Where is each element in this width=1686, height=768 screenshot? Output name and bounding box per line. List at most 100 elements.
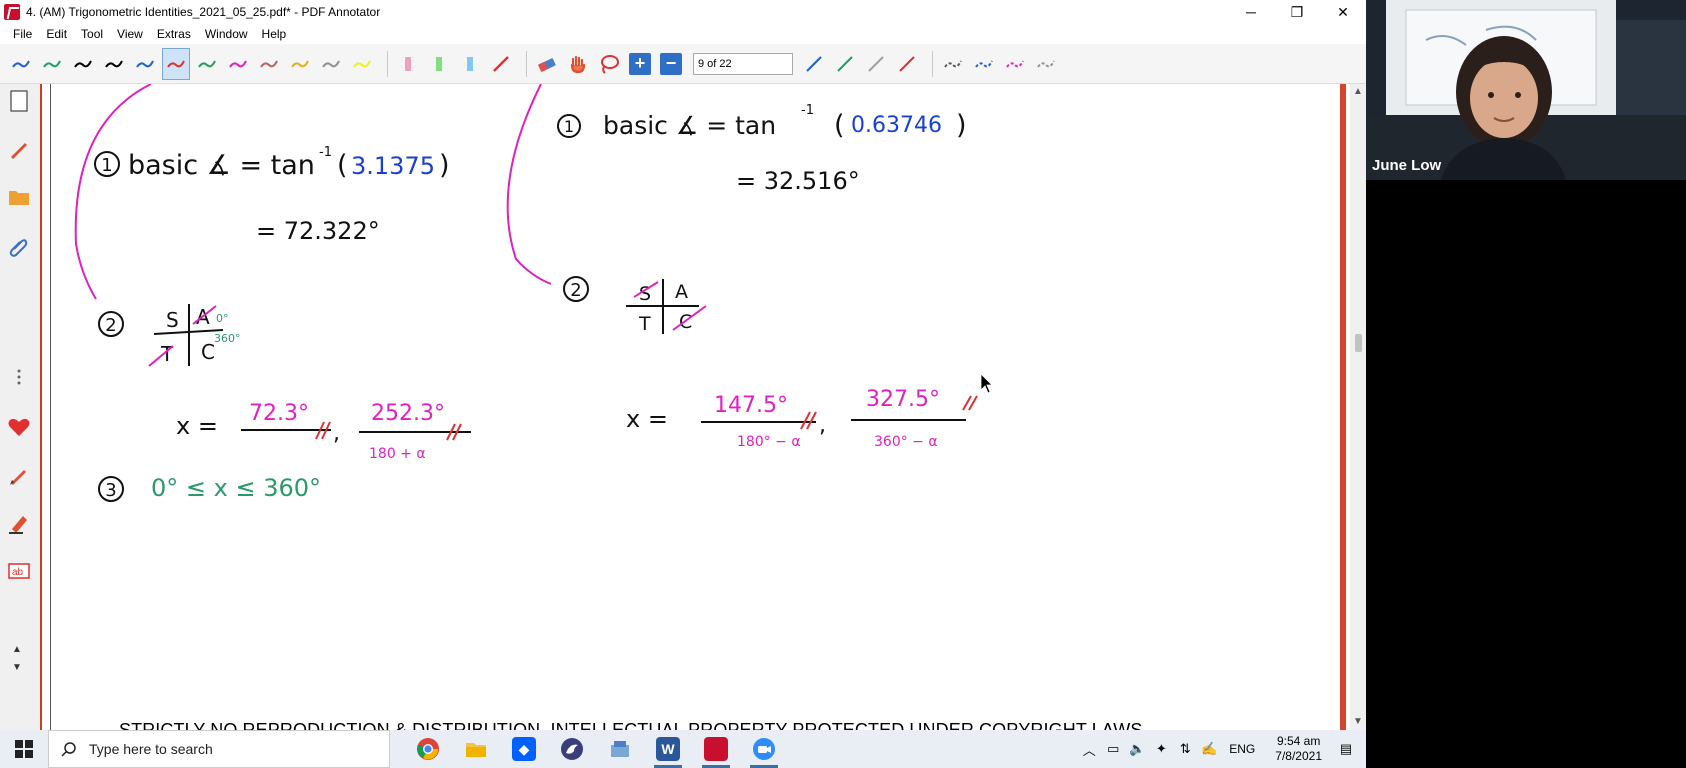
input-language[interactable]: ENG [1229,742,1255,756]
paperclip-icon[interactable] [6,234,32,260]
highlighter-tool-1[interactable] [395,49,421,79]
scroll-up-icon[interactable]: ▲ [1353,86,1363,97]
dashed-pen-tool-2[interactable] [971,49,997,79]
line-tool-3[interactable] [863,49,889,79]
left-quadrant-360: 360° [214,332,241,345]
menu-edit[interactable]: Edit [39,27,74,41]
right-quadrant-a: A [675,281,688,303]
right-solution-2-note: 360° − α [874,434,938,450]
connector-curve [74,84,152,300]
maximize-button[interactable]: ❐ [1274,0,1320,24]
pen-tool-4[interactable] [101,49,127,79]
volume-icon[interactable]: 🔈 [1127,741,1147,757]
dashed-pen-tool-1[interactable] [940,49,966,79]
highlighter-sidebar-icon[interactable] [6,510,32,536]
line-tool-4[interactable] [894,49,920,79]
zoom-in-button[interactable]: + [627,49,653,79]
red-line-tool[interactable] [488,49,514,79]
notifications-icon[interactable]: ▤ [1336,741,1356,757]
pen-sidebar-icon[interactable] [6,136,32,162]
webcam-video-panel [1366,0,1686,180]
lasso-select-icon[interactable] [596,49,622,79]
line-tool-1[interactable] [801,49,827,79]
chrome-taskbar-icon[interactable] [404,730,452,768]
clock[interactable]: 9:54 am 7/8/2021 [1275,734,1322,764]
screen: 4. (AM) Trigonometric Identities_2021_05… [0,0,1686,768]
line-tool-group [801,49,925,79]
menu-tool[interactable]: Tool [74,27,110,41]
onedrive-folder-taskbar-icon[interactable] [596,730,644,768]
text-box-icon[interactable]: ab [6,558,32,584]
file-explorer-taskbar-icon[interactable] [452,730,500,768]
menu-file[interactable]: File [6,27,39,41]
pdf-annotator-icon [4,4,20,20]
pen-tool-3[interactable] [70,49,96,79]
right-solution-1-note: 180° − α [737,434,801,450]
dashed-pen-tool-4[interactable] [1033,49,1059,79]
pen-tool-1[interactable] [8,49,34,79]
scroll-down-icon[interactable]: ▼ [1353,716,1363,727]
pen-tool-5[interactable] [132,49,158,79]
zoom-out-button[interactable]: − [658,49,684,79]
right-step1-text: basic ∡ = tan [603,111,776,140]
left-solution-1: 72.3° [249,401,309,426]
pen-tool-7[interactable] [194,49,220,79]
page-thumbnail-icon[interactable] [6,88,32,114]
favorites-heart-icon[interactable] [6,414,32,440]
pen-tool-12[interactable] [349,49,375,79]
mouse-cursor-icon [980,373,993,394]
document-viewport[interactable]: 1 basic ∡ = tan -1 ( 3.1375 ) = 72.322° … [40,84,1365,730]
splitter-handle[interactable] [6,364,32,390]
webcam-feed-image [1366,0,1686,180]
menu-window[interactable]: Window [198,27,255,41]
pen-tool-2[interactable] [39,49,65,79]
menu-help[interactable]: Help [255,27,294,41]
eraser-tool-icon[interactable] [534,49,560,79]
vertical-scrollbar[interactable]: ▲ ▼ [1350,84,1366,730]
right-step1-superscript: -1 [801,103,814,118]
left-step1-number: 1 [101,155,112,176]
pen-tool-8[interactable] [225,49,251,79]
right-step2-number: 2 [570,280,581,301]
pen-tool-11[interactable] [318,49,344,79]
sidebar-scroll-down-icon[interactable]: ▼ [12,662,22,673]
right-step1-number: 1 [564,117,574,136]
pen-tool-10[interactable] [287,49,313,79]
start-button[interactable] [0,730,48,768]
scrollbar-thumb[interactable] [1355,334,1362,352]
pdf-annotator-taskbar-icon[interactable] [692,730,740,768]
participant-name: June Low [1372,157,1442,174]
dropbox-tray-icon[interactable]: ✦ [1151,741,1171,757]
folder-icon[interactable] [6,184,32,210]
firefox-taskbar-icon[interactable] [548,730,596,768]
pen-sidebar-icon-2[interactable] [6,462,32,488]
word-taskbar-icon[interactable]: W [644,730,692,768]
dashed-pen-tool-3[interactable] [1002,49,1028,79]
close-button[interactable]: ✕ [1320,0,1366,24]
menu-view[interactable]: View [110,27,150,41]
taskbar-search-box[interactable]: Type here to search [48,730,390,768]
highlighter-tool-2[interactable] [426,49,452,79]
sidebar-scroll-up-icon[interactable]: ▲ [12,644,22,655]
network-icon[interactable]: ⇅ [1175,741,1195,757]
pen-ink-icon[interactable]: ✍ [1199,741,1219,757]
right-step1-close-paren: ) [956,110,967,141]
pen-tool-9[interactable] [256,49,282,79]
hand-tool-icon[interactable] [565,49,591,79]
highlighter-tool-3[interactable] [457,49,483,79]
right-quadrant-t: T [638,313,651,335]
pdf-page[interactable]: 1 basic ∡ = tan -1 ( 3.1375 ) = 72.322° … [50,84,1340,730]
minimize-button[interactable]: ─ [1228,0,1274,24]
pdf-annotator-window: 4. (AM) Trigonometric Identities_2021_05… [0,0,1366,735]
line-tool-2[interactable] [832,49,858,79]
battery-icon[interactable]: ▭ [1103,741,1123,757]
left-quadrant-c: C [201,340,215,364]
menu-extras[interactable]: Extras [150,27,198,41]
zoom-taskbar-icon[interactable] [740,730,788,768]
left-x-equals: x = [176,412,218,440]
dropbox-taskbar-icon[interactable]: ◆ [500,730,548,768]
tray-overflow-icon[interactable]: ︿ [1079,740,1099,759]
page-number-field[interactable] [693,52,793,75]
windows-logo-icon [15,740,33,758]
pen-tool-6[interactable] [162,47,190,80]
